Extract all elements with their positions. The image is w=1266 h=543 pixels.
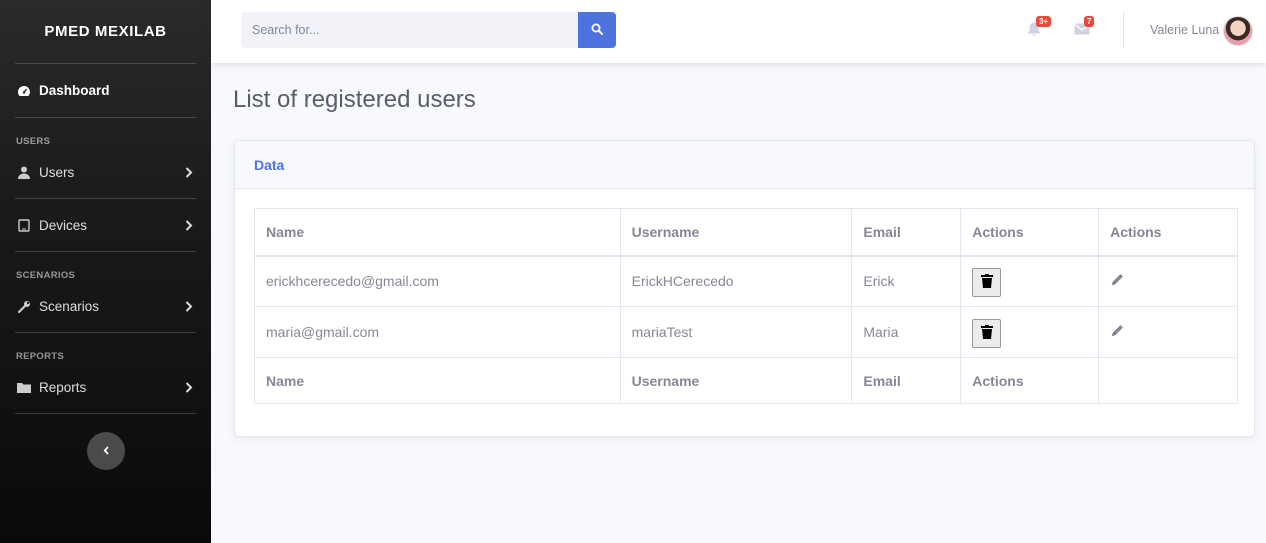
footer-cell-actions: Actions bbox=[960, 357, 1100, 404]
sidebar-toggle-button[interactable] bbox=[87, 432, 125, 470]
sidebar-item-devices[interactable]: Devices bbox=[0, 199, 211, 251]
column-header-username[interactable]: Username bbox=[619, 208, 853, 257]
sidebar-item-dashboard[interactable]: Dashboard bbox=[0, 64, 211, 117]
topbar: 3+ 7 Valerie Luna bbox=[211, 0, 1266, 63]
cell-delete bbox=[960, 306, 1100, 358]
edit-button[interactable] bbox=[1110, 323, 1125, 341]
cell-name: erickhcerecedo@gmail.com bbox=[254, 255, 621, 307]
pencil-icon bbox=[1110, 272, 1125, 290]
data-card: Data Name Username Email Actions Actions… bbox=[234, 140, 1255, 437]
table-row: maria@gmail.com mariaTest Maria bbox=[254, 306, 1238, 358]
users-table: Name Username Email Actions Actions eric… bbox=[254, 208, 1238, 404]
page-title: List of registered users bbox=[233, 86, 476, 113]
column-header-actions[interactable]: Actions bbox=[960, 208, 1100, 257]
cell-username: ErickHCerecedo bbox=[619, 255, 853, 307]
sidebar-item-label: Scenarios bbox=[39, 298, 100, 314]
brand-logo[interactable]: PMED MEXILAB bbox=[0, 0, 211, 63]
cell-delete bbox=[960, 255, 1100, 307]
search-input[interactable] bbox=[241, 12, 578, 48]
chevron-right-icon bbox=[185, 166, 195, 178]
search-icon bbox=[591, 23, 603, 38]
user-avatar[interactable] bbox=[1223, 16, 1253, 46]
sidebar: PMED MEXILAB Dashboard USERS Users Devic… bbox=[0, 0, 211, 543]
card-header: Data bbox=[235, 141, 1254, 189]
delete-button[interactable] bbox=[972, 267, 1002, 297]
tachometer-icon bbox=[16, 84, 32, 98]
sidebar-heading: USERS bbox=[16, 136, 51, 147]
messages-button[interactable]: 7 bbox=[1074, 16, 1096, 40]
footer-cell-name: Name bbox=[254, 357, 621, 404]
cell-email: Erick bbox=[851, 255, 962, 307]
delete-button[interactable] bbox=[972, 318, 1002, 348]
sidebar-heading: REPORTS bbox=[16, 351, 65, 362]
cell-name: maria@gmail.com bbox=[254, 306, 621, 358]
chevron-right-icon bbox=[185, 381, 195, 393]
pencil-icon bbox=[1110, 323, 1125, 341]
sidebar-item-label: Users bbox=[39, 164, 75, 180]
column-header-actions[interactable]: Actions bbox=[1098, 208, 1238, 257]
sidebar-item-users[interactable]: Users bbox=[0, 146, 211, 198]
tablet-icon bbox=[16, 218, 32, 232]
trash-icon bbox=[980, 324, 993, 342]
sidebar-item-reports[interactable]: Reports bbox=[0, 361, 211, 413]
cell-username: mariaTest bbox=[619, 306, 853, 358]
sidebar-item-label: Devices bbox=[39, 217, 88, 233]
table-header-row: Name Username Email Actions Actions bbox=[254, 208, 1238, 257]
column-header-email[interactable]: Email bbox=[851, 208, 962, 257]
wrench-icon bbox=[16, 299, 32, 313]
chevron-left-icon bbox=[103, 442, 110, 460]
table-row: erickhcerecedo@gmail.com ErickHCerecedo … bbox=[254, 255, 1238, 307]
sidebar-divider bbox=[15, 413, 196, 414]
chevron-right-icon bbox=[185, 300, 195, 312]
trash-icon bbox=[980, 273, 993, 291]
sidebar-item-scenarios[interactable]: Scenarios bbox=[0, 280, 211, 332]
search-form bbox=[241, 12, 616, 48]
alerts-count-badge: 3+ bbox=[1036, 16, 1052, 27]
sidebar-item-label: Reports bbox=[39, 379, 87, 395]
chevron-right-icon bbox=[185, 219, 195, 231]
sidebar-item-label: Dashboard bbox=[39, 83, 110, 98]
footer-cell-username: Username bbox=[619, 357, 853, 404]
user-icon bbox=[16, 165, 32, 179]
footer-cell-email: Email bbox=[851, 357, 962, 404]
messages-count-badge: 7 bbox=[1084, 16, 1095, 27]
search-button[interactable] bbox=[578, 12, 616, 48]
alerts-button[interactable]: 3+ bbox=[1026, 16, 1052, 40]
cell-edit bbox=[1098, 255, 1238, 307]
sidebar-heading: SCENARIOS bbox=[16, 270, 76, 281]
cell-email: Maria bbox=[851, 306, 962, 358]
folder-icon bbox=[16, 380, 32, 394]
column-header-name[interactable]: Name bbox=[254, 208, 621, 257]
user-name[interactable]: Valerie Luna bbox=[1150, 23, 1219, 37]
cell-edit bbox=[1098, 306, 1238, 358]
footer-cell-empty bbox=[1098, 357, 1238, 404]
topbar-divider bbox=[1123, 12, 1124, 48]
table-footer-row: Name Username Email Actions bbox=[254, 357, 1238, 404]
edit-button[interactable] bbox=[1110, 272, 1125, 290]
